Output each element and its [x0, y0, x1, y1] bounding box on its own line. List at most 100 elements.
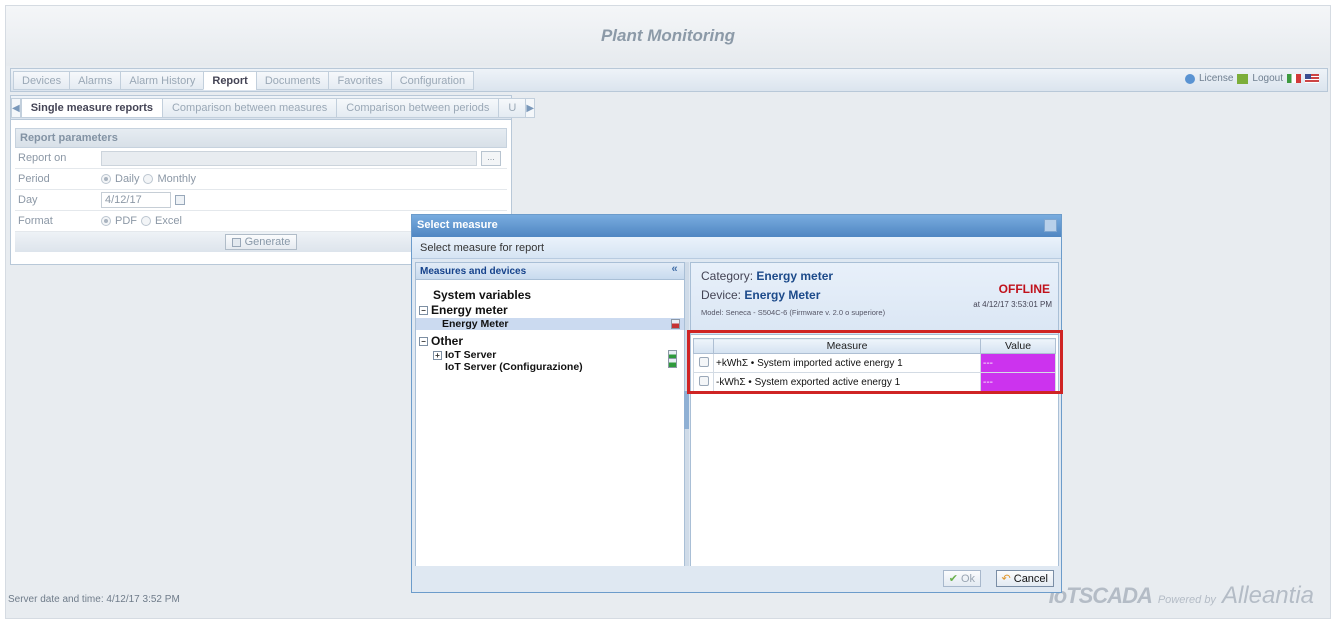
iotscada-logo: IoTSCADA [1048, 583, 1153, 608]
report-on-field[interactable] [101, 150, 477, 166]
measure-value: --- [980, 372, 1056, 392]
table-row[interactable]: +kWhΣ • System imported active energy 1 … [693, 353, 1056, 373]
dialog-title: Select measure [417, 219, 498, 231]
measure-name: +kWhΣ • System imported active energy 1 [713, 353, 981, 373]
day-label: Day [18, 194, 38, 206]
italian-flag-icon[interactable] [1287, 74, 1301, 83]
tabs-scroll-right-icon[interactable]: ▶ [525, 97, 536, 118]
report-parameters-title: Report parameters [15, 128, 507, 148]
measures-tree-pane: Measures and devices « System variables … [415, 262, 685, 567]
measure-detail-pane: Category: Energy meter Device: Energy Me… [690, 262, 1059, 567]
tree-system-variables[interactable]: System variables [419, 288, 681, 303]
category-label: Category: [701, 269, 754, 283]
tab-truncated[interactable]: U [498, 97, 526, 118]
format-pdf-radio[interactable] [101, 216, 111, 226]
device-info-panel: Category: Energy meter Device: Energy Me… [691, 263, 1058, 335]
ok-label: Ok [960, 572, 975, 585]
measure-checkbox[interactable] [698, 356, 709, 367]
device-offline-icon [671, 319, 680, 329]
tree-energy-meter-device-label: Energy Meter [442, 318, 509, 330]
measures-tree: System variables − Energy meter Energy Me… [416, 280, 684, 381]
dialog-subtitle: Select measure for report [412, 237, 1061, 259]
day-date-field[interactable]: 4/12/17 [101, 192, 171, 208]
tabs-scroll-left-icon[interactable]: ◀ [11, 97, 21, 118]
tab-comparison-periods[interactable]: Comparison between periods [336, 97, 499, 118]
tab-single-measure-reports[interactable]: Single measure reports [20, 97, 162, 118]
alleantia-logo: Alleantia [1221, 582, 1314, 609]
measures-tree-header: Measures and devices « [416, 263, 684, 280]
period-label: Period [18, 173, 50, 185]
server-datetime: Server date and time: 4/12/17 3:52 PM [8, 594, 180, 605]
powered-by-text: Powered by [1157, 594, 1216, 606]
splitter-handle[interactable] [684, 391, 689, 429]
format-excel-radio[interactable] [141, 216, 151, 226]
logout-icon [1237, 73, 1249, 84]
period-monthly-radio[interactable] [143, 174, 154, 184]
tab-configuration[interactable]: Configuration [390, 71, 475, 90]
period-daily-label: Daily [115, 173, 140, 185]
cancel-button[interactable]: ↶ Cancel [995, 570, 1054, 587]
generate-label: Generate [244, 236, 291, 248]
english-flag-icon[interactable] [1305, 74, 1319, 83]
measures-tree-title: Measures and devices [420, 266, 527, 277]
status-badge: OFFLINE [998, 282, 1050, 296]
undo-icon: ↶ [1001, 573, 1011, 585]
tab-alarms[interactable]: Alarms [69, 71, 121, 90]
device-value: Energy Meter [744, 288, 821, 302]
category-line: Category: Energy meter [701, 269, 833, 283]
dialog-footer: ✔ Ok ↶ Cancel [412, 566, 1061, 592]
period-daily-radio[interactable] [101, 174, 111, 184]
header-measure[interactable]: Measure [713, 338, 981, 354]
license-link[interactable]: License [1199, 73, 1233, 84]
logout-link[interactable]: Logout [1252, 73, 1283, 84]
measure-checkbox[interactable] [698, 375, 709, 386]
tree-energy-meter-label: Energy meter [431, 303, 508, 317]
period-monthly-label: Monthly [157, 173, 196, 185]
format-label: Format [18, 215, 53, 227]
page-title: Plant Monitoring [600, 26, 736, 45]
collapse-icon[interactable]: − [419, 306, 428, 316]
category-value: Energy meter [756, 269, 834, 283]
tree-iot-server[interactable]: + IoT Server [419, 349, 681, 361]
day-row: Day 4/12/17 [15, 190, 507, 211]
status-timestamp: at 4/12/17 3:53:01 PM [973, 300, 1052, 309]
table-row[interactable]: -kWhΣ • System exported active energy 1 … [693, 372, 1056, 392]
tab-comparison-measures[interactable]: Comparison between measures [161, 97, 337, 118]
generate-button[interactable]: Generate [224, 234, 298, 250]
dialog-title-bar[interactable]: Select measure [412, 215, 1061, 237]
collapse-pane-icon[interactable]: « [668, 264, 681, 277]
report-on-label: Report on [18, 152, 67, 164]
main-toolbar: Devices Alarms Alarm History Report Docu… [10, 68, 1328, 92]
report-on-row: Report on ... [15, 148, 507, 169]
ok-button[interactable]: ✔ Ok [942, 570, 981, 587]
tree-other-group[interactable]: − Other [419, 334, 681, 349]
measure-name: -kWhΣ • System exported active energy 1 [713, 372, 981, 392]
tab-documents[interactable]: Documents [255, 71, 329, 90]
expand-icon[interactable]: + [433, 350, 442, 360]
table-header-row: Measure Value [693, 338, 1056, 354]
measure-value: --- [980, 353, 1056, 373]
tree-energy-meter-device[interactable]: Energy Meter [416, 318, 684, 330]
report-icon [231, 237, 241, 247]
measures-table: Measure Value +kWhΣ • System imported ac… [693, 338, 1056, 392]
app-header: Plant Monitoring [6, 6, 1330, 66]
tab-alarm-history[interactable]: Alarm History [120, 71, 204, 90]
device-online-icon [668, 358, 677, 368]
tab-report[interactable]: Report [203, 71, 256, 90]
main-tabs: Devices Alarms Alarm History Report Docu… [13, 71, 475, 91]
tree-iot-server-config-label: IoT Server (Configurazione) [445, 361, 583, 373]
top-right-links: License Logout [1184, 73, 1319, 84]
close-icon[interactable] [1044, 219, 1057, 232]
collapse-icon[interactable]: − [419, 337, 428, 347]
header-value[interactable]: Value [980, 338, 1056, 354]
calendar-icon[interactable] [175, 195, 185, 205]
period-row: Period Daily Monthly [15, 169, 507, 190]
tree-iot-server-config[interactable]: IoT Server (Configurazione) [419, 358, 681, 373]
cancel-label: Cancel [1013, 572, 1048, 585]
report-on-browse-button[interactable]: ... [481, 150, 501, 166]
select-measure-dialog: Select measure Select measure for report… [411, 214, 1063, 593]
tree-energy-meter-group[interactable]: − Energy meter [419, 303, 681, 318]
brand-logo: IoTSCADA Powered by Alleantia [1049, 582, 1314, 610]
tab-devices[interactable]: Devices [13, 71, 70, 90]
tab-favorites[interactable]: Favorites [328, 71, 391, 90]
